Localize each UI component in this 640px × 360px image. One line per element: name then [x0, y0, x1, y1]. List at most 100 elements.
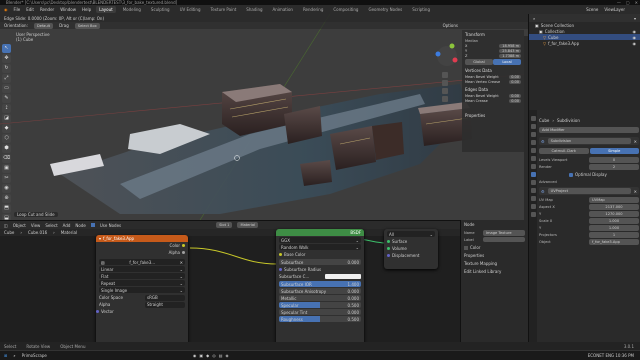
tab-texture-paint[interactable]: Texture Paint — [207, 6, 239, 13]
output-target-dropdown[interactable]: All ⌄ — [387, 231, 435, 237]
rotate-tool-icon[interactable]: ↻ — [2, 64, 11, 73]
start-icon[interactable]: ⊞ — [4, 353, 7, 358]
menu-render[interactable]: Render — [39, 6, 55, 13]
edge-bevel-field[interactable]: 0.00 — [509, 94, 521, 98]
tab-compositing[interactable]: Compositing — [330, 6, 361, 13]
catmull-clark-button[interactable]: Catmull-Clark — [539, 148, 589, 154]
image-texture-node[interactable]: ▾ f_for_fake3.App Color Alpha ▧ f_for_fa… — [96, 235, 188, 349]
render-tab-icon[interactable] — [530, 124, 536, 129]
close-icon[interactable]: ✕ — [634, 189, 637, 194]
material-tab-icon[interactable] — [530, 212, 536, 217]
edit-linked-library-section[interactable]: Edit Linked Library — [464, 269, 525, 274]
menu-window[interactable]: Window — [59, 6, 77, 13]
properties-header[interactable]: Properties — [465, 113, 521, 118]
roughness-field[interactable]: Roughness 0.500 — [279, 316, 361, 322]
simple-button[interactable]: Simple — [589, 148, 639, 154]
tab-shading[interactable]: Shading — [243, 6, 265, 13]
edge-slide-tool-icon[interactable]: ⊕ — [2, 194, 11, 203]
color-section[interactable]: Color — [470, 245, 480, 250]
tab-modeling[interactable]: Modeling — [120, 6, 144, 13]
median-z-field[interactable]: 1.7388 m — [499, 54, 521, 58]
uv-map-field[interactable]: UVMap — [589, 197, 639, 203]
properties-section[interactable]: Properties — [464, 253, 525, 258]
source-dropdown[interactable]: Single Image ⌄ — [99, 287, 185, 293]
tab-layout[interactable]: Layout — [96, 6, 116, 13]
aspect-y-field[interactable]: 1270.000 — [589, 211, 639, 217]
texture-mapping-section[interactable]: Texture Mapping — [464, 261, 525, 266]
transform-tool-icon[interactable]: ▭ — [2, 84, 11, 93]
options-dropdown[interactable]: Options — [443, 23, 458, 28]
tab-uv-editing[interactable]: UV Editing — [177, 6, 204, 13]
taskbar-app[interactable]: PrimoScrape — [22, 353, 47, 358]
particles-tab-icon[interactable] — [530, 180, 536, 185]
render-levels-field[interactable]: 2 — [589, 164, 639, 170]
output-tab-icon[interactable] — [530, 132, 536, 137]
advanced-section[interactable]: Advanced — [539, 180, 639, 184]
base-color-socket[interactable] — [279, 253, 282, 256]
inset-tool-icon[interactable]: ◆ — [2, 124, 11, 133]
node-name-field[interactable]: Image Texture — [483, 230, 525, 236]
principled-bsdf-node[interactable]: BSDF GGX ⌄ Random Walk ⌄ Base Color Subsur… — [276, 229, 364, 351]
distribution-dropdown[interactable]: GGX ⌄ — [279, 237, 361, 243]
specular-field[interactable]: Specular 0.500 — [279, 302, 361, 308]
subdivision-name-field[interactable]: Subdivision — [547, 138, 631, 144]
vertex-bevel-field[interactable]: 0.00 — [509, 75, 521, 79]
blender-logo-icon[interactable]: ◉ — [3, 6, 9, 13]
projection-dropdown[interactable]: Flat ⌄ — [99, 273, 185, 279]
local-toggle[interactable]: Local — [493, 59, 521, 65]
node-section-header[interactable]: Node — [464, 222, 525, 227]
cursor-tool-icon[interactable]: ✥ — [2, 54, 11, 63]
menu-file[interactable]: File — [13, 6, 22, 13]
subsurface-method-dropdown[interactable]: Random Walk ⌄ — [279, 244, 361, 250]
scale-x-field[interactable]: 1.000 — [589, 218, 639, 224]
close-icon[interactable]: ✕ — [180, 260, 183, 265]
shader-node-editor[interactable]: ◫ Object View Select Add Node Use Nodes … — [0, 220, 460, 351]
color-space-dropdown[interactable]: sRGB — [145, 294, 185, 301]
data-tab-icon[interactable] — [530, 204, 536, 209]
object-tab-icon[interactable] — [530, 164, 536, 169]
global-toggle[interactable]: Global — [465, 59, 493, 65]
taskbar-app-icons[interactable]: ◉▣◆◎▤◈ — [193, 353, 232, 358]
add-modifier-button[interactable]: Add Modifier — [539, 127, 639, 133]
shrink-tool-icon[interactable]: ⬒ — [2, 204, 11, 213]
optimal-display-checkbox[interactable] — [569, 172, 573, 177]
vector-input-socket[interactable] — [96, 310, 99, 313]
extension-dropdown[interactable]: Repeat ⌄ — [99, 280, 185, 286]
tab-sculpting[interactable]: Sculpting — [148, 6, 173, 13]
physics-tab-icon[interactable] — [530, 188, 536, 193]
bsdf-node-header[interactable]: BSDF — [276, 229, 364, 236]
search-icon[interactable]: ⌕ — [13, 353, 15, 358]
transform-header[interactable]: Transform — [465, 32, 521, 37]
displacement-socket[interactable] — [387, 254, 390, 257]
visibility-icon[interactable]: ◉ — [633, 29, 637, 34]
edge-crease-field[interactable]: 0.00 — [509, 99, 521, 103]
subsurface-radius-socket[interactable] — [279, 268, 282, 271]
median-x-field[interactable]: 18.958 m — [499, 44, 521, 48]
projectors-field[interactable]: 1 — [589, 232, 639, 238]
specular-tint-field[interactable]: Specular Tint 0.000 — [279, 309, 361, 315]
annotate-tool-icon[interactable]: ✎ — [2, 94, 11, 103]
constraints-tab-icon[interactable] — [530, 196, 536, 201]
orientation-dropdown[interactable]: Default — [33, 22, 54, 29]
measure-tool-icon[interactable]: ⟟ — [2, 104, 11, 113]
world-tab-icon[interactable] — [530, 156, 536, 161]
poly-build-tool-icon[interactable]: ▣ — [2, 164, 11, 173]
subsurface-color-swatch[interactable] — [325, 274, 361, 279]
vertex-data-header[interactable]: Vertices Data — [465, 68, 521, 73]
surface-socket[interactable] — [387, 240, 390, 243]
volume-socket[interactable] — [387, 247, 390, 250]
uvproject-name-field[interactable]: UVProject — [547, 188, 631, 194]
subsurface-ior-field[interactable]: Subsurface IOR 1.400 — [279, 281, 361, 287]
tab-animation[interactable]: Animation — [270, 6, 296, 13]
subsurface-field[interactable]: Subsurface 0.000 — [279, 259, 361, 265]
alpha-output-socket[interactable] — [182, 251, 185, 254]
scale-y-field[interactable]: 1.000 — [589, 225, 639, 231]
scale-tool-icon[interactable]: ⤢ — [2, 74, 11, 83]
3d-viewport[interactable]: Edge Slide: 0.0000 (Zoom: 0P, Alt or (C)… — [0, 14, 528, 220]
spin-tool-icon[interactable]: ✂ — [2, 174, 11, 183]
scene-selector[interactable]: Scene — [585, 6, 599, 13]
subsurface-anisotropy-field[interactable]: Subsurface Anisotropy 0.000 — [279, 288, 361, 294]
subdivision-header[interactable]: ⚙ Subdivision ✕ — [539, 137, 639, 145]
extrude-tool-icon[interactable]: ◪ — [2, 114, 11, 123]
color-checkbox[interactable] — [464, 245, 468, 250]
